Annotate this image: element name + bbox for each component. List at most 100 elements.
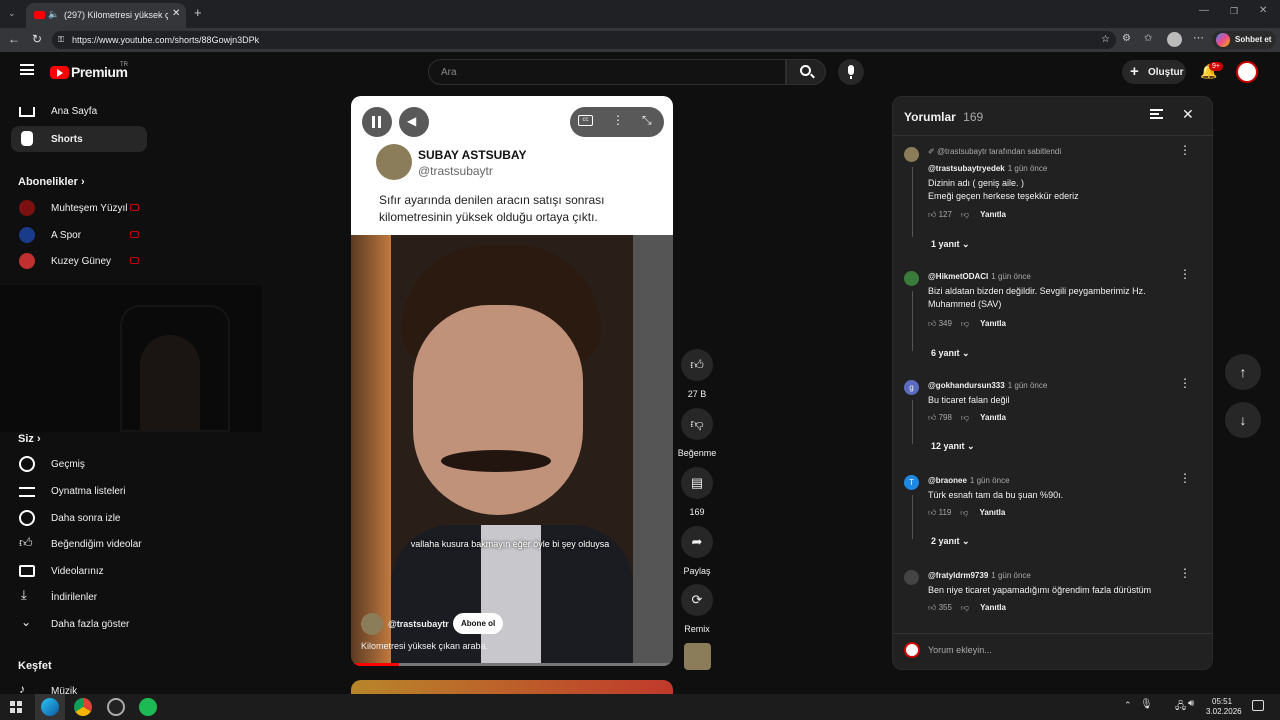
reply-button[interactable]: Yanıtla [980, 210, 1006, 219]
maximize-icon[interactable]: ❐ [1230, 6, 1238, 17]
menu-hamburger-icon[interactable] [20, 64, 34, 75]
minimize-icon[interactable]: — [1199, 5, 1209, 16]
sidebar-item-show-more[interactable]: ⌄ Daha fazla göster [11, 611, 147, 637]
tab-close-icon[interactable]: ✕ [172, 8, 180, 19]
copilot-button[interactable]: Sohbet et [1212, 31, 1276, 49]
clock-date[interactable]: 3.02.2026 [1206, 707, 1242, 716]
url-field[interactable]: ⚿ https://www.youtube.com/shorts/88Gowjn… [52, 31, 1116, 49]
sidebar-item-playlists[interactable]: Oynatma listeleri [11, 478, 147, 504]
reply-button[interactable]: Yanıtla [980, 413, 1006, 422]
thumbs-up-icon[interactable]: 👍︎ [928, 210, 936, 219]
like-button[interactable]: 👍︎ 27 B [681, 349, 713, 399]
next-short-button[interactable]: ↓ [1225, 402, 1261, 438]
comment-author[interactable]: @fratyldrm9739 1 gün önce [928, 571, 1031, 580]
back-icon[interactable]: ← [8, 32, 20, 46]
remix-button[interactable]: ⟳ Remix [681, 584, 713, 634]
voice-search-button[interactable] [838, 59, 864, 85]
thumbs-down-icon[interactable]: 👎︎ [961, 603, 969, 612]
you-heading[interactable]: Siz › [18, 433, 41, 445]
sidebar-item-downloads[interactable]: ⤓ İndirilenler [11, 584, 147, 610]
avatar[interactable]: T [904, 475, 919, 490]
account-avatar[interactable] [1236, 61, 1258, 83]
browser-tab[interactable]: 🔈 (297) Kilometresi yüksek çıkan ✕ [26, 3, 186, 28]
comment-author[interactable]: @gokhandursun333 1 gün önce [928, 381, 1047, 390]
notification-center-icon[interactable] [1252, 700, 1264, 711]
sidebar-item-shorts[interactable]: Shorts [11, 126, 147, 152]
pause-button[interactable] [362, 107, 392, 137]
channel-handle[interactable]: @trastsubaytr [388, 619, 449, 629]
close-icon[interactable]: ✕ [1182, 106, 1194, 123]
sidebar-item-history[interactable]: Geçmiş [11, 451, 147, 477]
dislike-button[interactable]: 👎︎ Beğenme [678, 408, 716, 458]
site-info-icon[interactable]: ⚿ [58, 35, 64, 45]
windows-start-icon[interactable] [10, 701, 22, 713]
tray-chevron-icon[interactable]: ⌃ [1124, 700, 1132, 711]
captions-icon[interactable]: cc [578, 115, 593, 126]
add-comment-input[interactable]: Yorum ekleyin... [928, 645, 992, 655]
sound-thumbnail[interactable] [684, 643, 711, 670]
network-icon[interactable]: 🖧 [1175, 699, 1186, 716]
replies-toggle[interactable]: 6 yanıt ⌄ [931, 348, 970, 359]
comment-more-icon[interactable]: ⋮ [1179, 471, 1191, 485]
avatar[interactable] [904, 147, 919, 162]
avatar[interactable]: g [904, 380, 919, 395]
reply-button[interactable]: Yanıtla [980, 319, 1006, 328]
favorites-icon[interactable]: ✩ [1144, 33, 1152, 44]
create-button[interactable]: + Oluştur [1122, 60, 1186, 84]
sidebar-item-watch-later[interactable]: Daha sonra izle [11, 505, 147, 531]
window-close-icon[interactable]: ✕ [1259, 5, 1267, 16]
sidebar-item-your-videos[interactable]: Videolarınız [11, 558, 147, 584]
app-icon[interactable] [107, 698, 125, 716]
tab-list-chevron-icon[interactable]: ⌄ [8, 8, 16, 19]
more-menu-icon[interactable]: ⋯ [1193, 31, 1204, 44]
thumbs-down-icon[interactable]: 👎︎ [961, 413, 969, 422]
favorite-star-icon[interactable]: ☆ [1101, 34, 1110, 45]
thumbs-up-icon[interactable]: 👍︎ [928, 508, 936, 517]
thumbs-up-icon[interactable]: 👍︎ [928, 413, 936, 422]
avatar[interactable] [904, 271, 919, 286]
replies-toggle[interactable]: 1 yanıt ⌄ [931, 239, 970, 250]
spotify-icon[interactable] [139, 698, 157, 716]
new-tab-icon[interactable]: + [194, 5, 202, 20]
reply-button[interactable]: Yanıtla [980, 508, 1006, 517]
share-button[interactable]: ➦ Paylaş [681, 526, 713, 576]
profile-avatar[interactable] [1167, 32, 1182, 47]
volume-icon[interactable]: 🔊︎ [1188, 698, 1194, 709]
comment-author[interactable]: @trastsubaytryedek 1 gün önce [928, 164, 1047, 173]
microphone-icon[interactable]: 🎙︎ [1140, 699, 1153, 710]
clock-time[interactable]: 05:51 [1212, 697, 1232, 706]
subscription-item[interactable]: Muhteşem Yüzyıl [11, 195, 147, 221]
subscribe-button[interactable]: Abone ol [453, 613, 504, 634]
channel-avatar[interactable] [361, 613, 383, 635]
comment-more-icon[interactable]: ⋮ [1179, 566, 1191, 580]
replies-toggle[interactable]: 12 yanıt ⌄ [931, 441, 975, 452]
comment-more-icon[interactable]: ⋮ [1179, 143, 1191, 157]
thumbs-down-icon[interactable]: 👎︎ [961, 210, 969, 219]
sidebar-item-liked-videos[interactable]: 👍︎ Beğendiğim videolar [11, 531, 147, 557]
next-video-preview[interactable] [351, 680, 673, 694]
avatar[interactable] [904, 570, 919, 585]
extensions-icon[interactable]: ⚙ [1122, 33, 1131, 44]
search-button[interactable] [786, 59, 826, 85]
fullscreen-icon[interactable]: ⤡ [642, 113, 652, 128]
edge-icon[interactable] [41, 698, 59, 716]
comment-more-icon[interactable]: ⋮ [1179, 376, 1191, 390]
sidebar-item-home[interactable]: Ana Sayfa [11, 98, 147, 124]
previous-short-button[interactable]: ↑ [1225, 354, 1261, 390]
subscription-item[interactable]: A Spor [11, 222, 147, 248]
search-input[interactable]: Ara [428, 59, 786, 85]
reply-button[interactable]: Yanıtla [980, 603, 1006, 612]
chrome-icon[interactable] [74, 698, 92, 716]
thumbs-up-icon[interactable]: 👍︎ [928, 319, 936, 328]
thumbs-down-icon[interactable]: 👎︎ [960, 508, 968, 517]
subscriptions-heading[interactable]: Abonelikler › [18, 176, 85, 188]
progress-bar[interactable] [351, 663, 673, 666]
video-player[interactable]: vallaha kusura bakmayın eğer öyle bi şey… [351, 235, 673, 666]
comment-author[interactable]: @HikmetODACI 1 gün önce [928, 272, 1031, 281]
comments-button[interactable]: ▤ 169 [681, 467, 713, 517]
more-options-icon[interactable]: ⋮ [612, 113, 624, 127]
thumbs-down-icon[interactable]: 👎︎ [961, 319, 969, 328]
reload-icon[interactable]: ↻ [32, 32, 42, 46]
comment-more-icon[interactable]: ⋮ [1179, 267, 1191, 281]
thumbs-up-icon[interactable]: 👍︎ [928, 603, 936, 612]
